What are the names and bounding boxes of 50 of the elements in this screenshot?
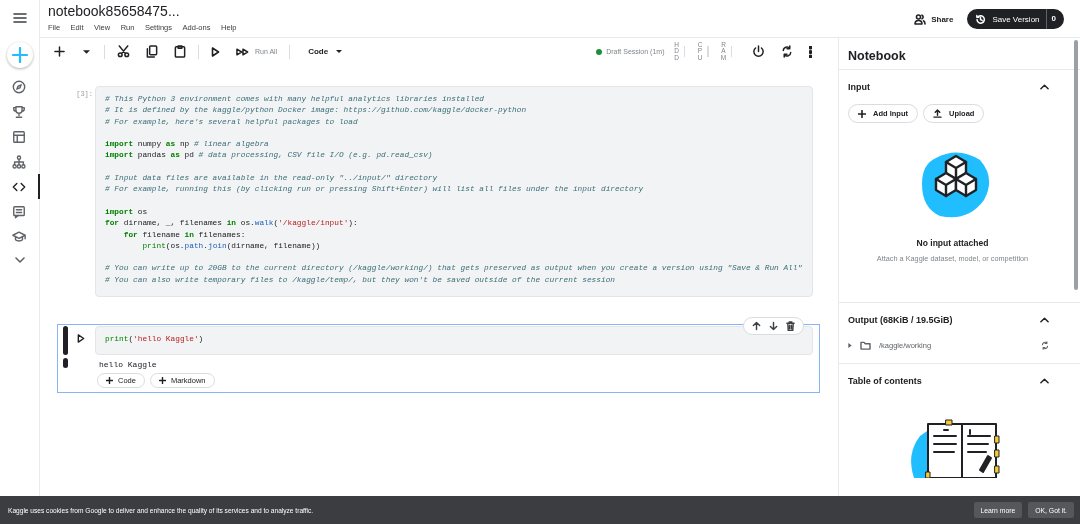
hierarchy-icon <box>11 154 26 169</box>
plus-icon <box>11 47 28 63</box>
copy-icon[interactable] <box>146 45 158 58</box>
fast-forward-icon <box>236 47 249 56</box>
arrow-up-icon[interactable] <box>752 321 761 332</box>
chevron-up-icon[interactable] <box>1040 317 1049 323</box>
expand-arrow-icon[interactable] <box>848 342 852 348</box>
empty-state-title: No input attached <box>915 238 990 248</box>
arrow-down-icon[interactable] <box>769 321 778 332</box>
section-title[interactable]: Input <box>848 82 870 92</box>
run-cell-icon[interactable] <box>77 334 85 344</box>
plus-icon <box>858 109 866 118</box>
plus-icon <box>106 377 113 385</box>
chevron-down-icon[interactable] <box>14 257 25 263</box>
history-icon <box>975 13 987 25</box>
output-focus-bar <box>63 358 68 369</box>
trash-icon[interactable] <box>786 321 795 332</box>
people-icon <box>914 14 927 25</box>
graduation-cap-icon <box>11 229 26 244</box>
notebook-title[interactable]: notebook85658475... <box>48 3 915 19</box>
section-title[interactable]: Output (68KiB / 19.5GiB) <box>848 315 953 325</box>
cell-output: hello Kaggle <box>98 359 158 372</box>
share-button[interactable]: Share <box>914 14 954 25</box>
caret-icon <box>336 50 343 53</box>
caret-icon[interactable] <box>83 49 90 54</box>
more-icon[interactable] <box>809 45 812 58</box>
save-version-button[interactable]: Save Version <box>967 9 1046 29</box>
cell-focus-bar <box>63 326 68 356</box>
refresh-icon[interactable] <box>1041 340 1049 350</box>
compass-icon <box>11 79 26 94</box>
plus-icon <box>158 377 166 385</box>
plus-icon[interactable] <box>54 46 65 57</box>
section-title[interactable]: Table of contents <box>848 376 922 386</box>
clipboard-icon[interactable] <box>174 45 186 58</box>
table-icon <box>11 129 26 144</box>
power-icon[interactable] <box>752 45 765 58</box>
comments-icon <box>11 204 26 219</box>
menu-icon[interactable] <box>12 12 27 24</box>
upload-icon <box>933 109 942 118</box>
chevron-up-icon[interactable] <box>1040 84 1049 90</box>
version-count: 0 <box>1045 9 1064 29</box>
code-editor[interactable] <box>95 86 813 298</box>
scrollbar-thumb[interactable] <box>1074 40 1078 290</box>
refresh-icon[interactable] <box>781 45 793 58</box>
cell-type-dropdown[interactable]: Code <box>308 47 343 56</box>
chevron-up-icon[interactable] <box>1040 378 1049 384</box>
play-icon[interactable] <box>211 46 220 57</box>
trophy-icon <box>11 104 26 119</box>
folder-icon <box>860 340 871 350</box>
scissors-icon[interactable] <box>117 45 130 58</box>
